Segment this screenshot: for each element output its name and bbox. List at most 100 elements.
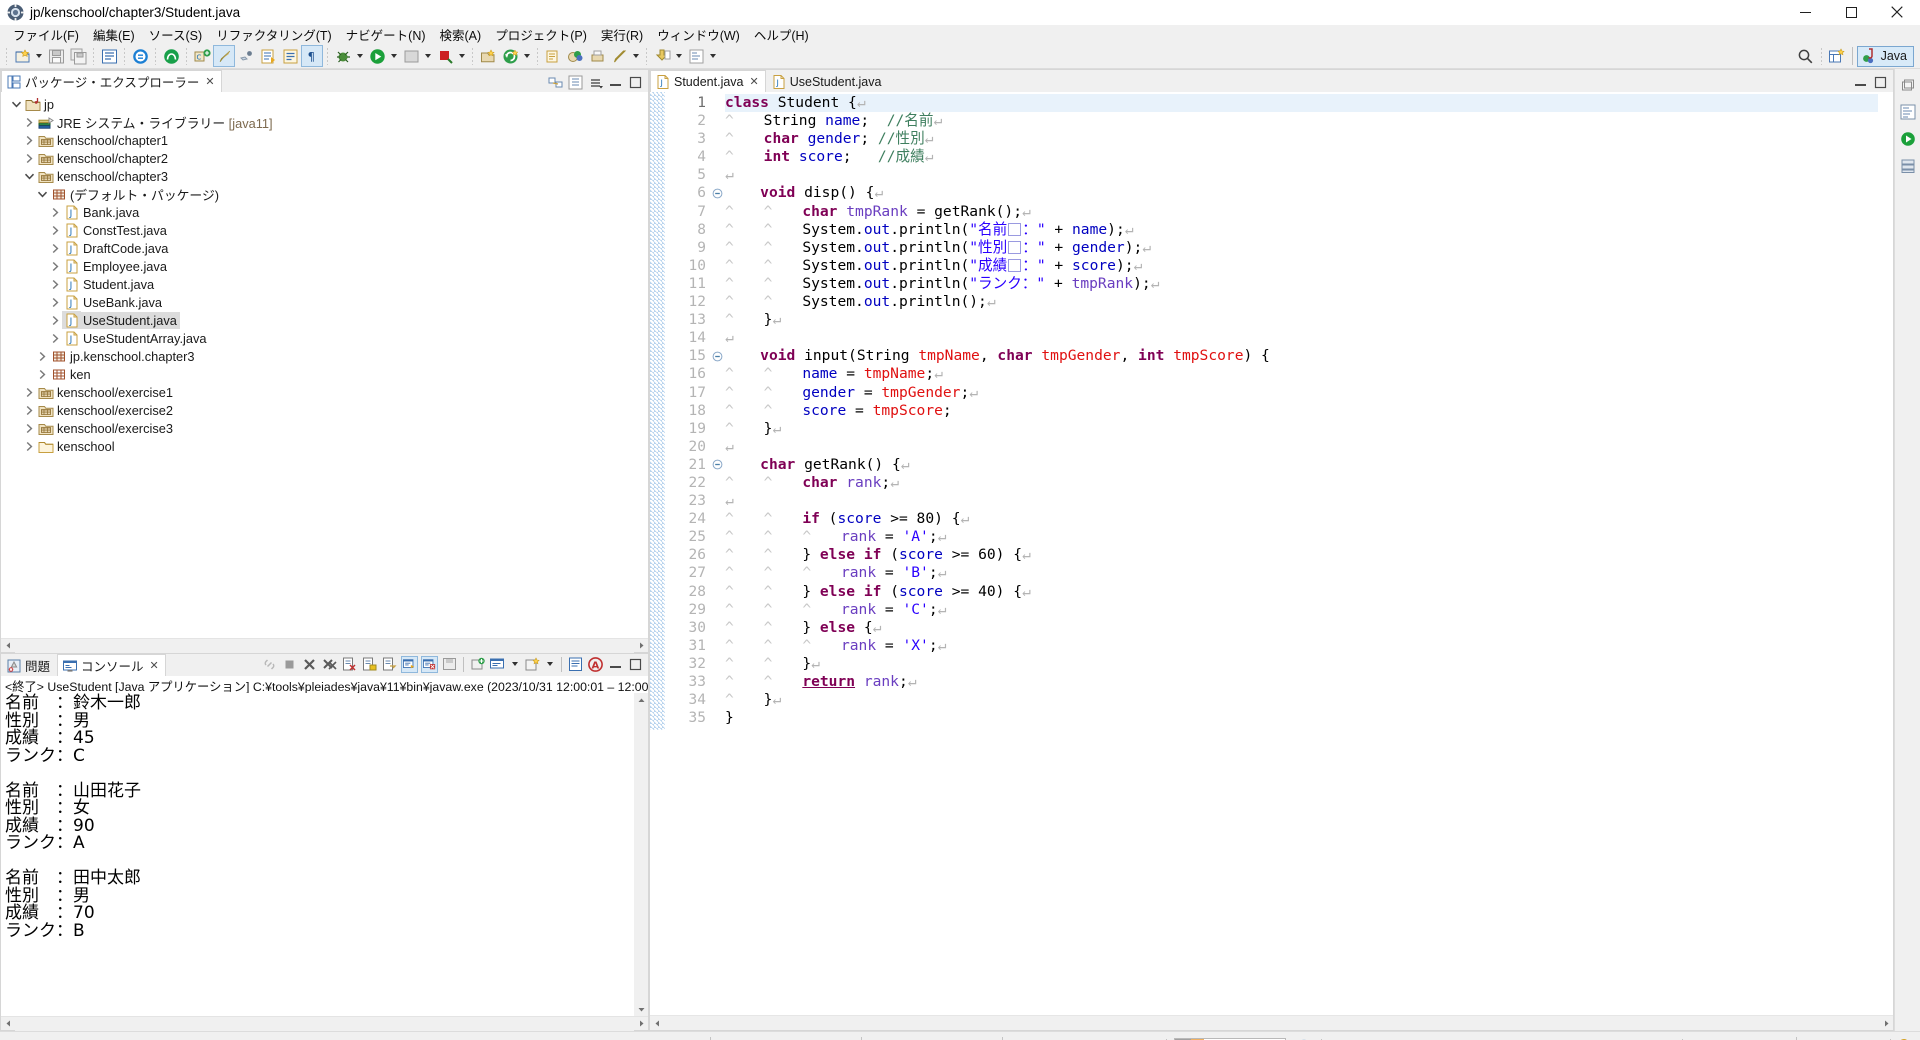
chevron-right-icon[interactable] xyxy=(48,221,62,239)
view-menu-icon[interactable] xyxy=(587,74,604,91)
code-line[interactable]: ^}↵ xyxy=(725,420,1878,438)
remove-launch-icon[interactable] xyxy=(301,656,318,673)
terminate-dropdown-icon[interactable] xyxy=(456,45,468,67)
java-editor-icon[interactable] xyxy=(213,45,235,67)
refresh-icon[interactable] xyxy=(499,45,521,67)
heap-status[interactable]: 377M / 627M xyxy=(1170,1032,1290,1040)
outline-view-icon[interactable] xyxy=(1898,102,1918,122)
console-output[interactable]: 名前 ：鈴木一郎 性別 ：男 成績 ：45 ランク：C 名前 ：山田花子 性別 … xyxy=(1,693,634,1016)
display-selected-console-icon[interactable] xyxy=(489,656,506,673)
code-line[interactable]: ^ char gender; //性別↵ xyxy=(725,130,1878,148)
outline-icon[interactable] xyxy=(685,45,707,67)
tab-problems[interactable]: 問題 xyxy=(1,654,58,676)
open-task-icon[interactable] xyxy=(279,45,301,67)
remove-all-terminated-icon[interactable] xyxy=(321,656,338,673)
new-java-project-icon[interactable] xyxy=(477,45,499,67)
tree-item-[interactable]: (デフォルト・パッケージ) xyxy=(1,185,648,203)
chevron-right-icon[interactable] xyxy=(48,293,62,311)
restore-icon[interactable] xyxy=(1898,75,1918,95)
code-line[interactable]: ^}↵ xyxy=(725,311,1878,329)
palette-icon[interactable] xyxy=(564,45,586,67)
search-icon[interactable] xyxy=(1795,45,1817,67)
tree-item-kenschool[interactable]: kenschool xyxy=(1,437,648,455)
tree-item-kenschool-chapter3[interactable]: kenschool/chapter3 xyxy=(1,167,648,185)
print-icon[interactable] xyxy=(586,45,608,67)
scroll-right-button[interactable] xyxy=(634,639,648,653)
tree-item-kenschool-exercise2[interactable]: kenschool/exercise2 xyxy=(1,401,648,419)
link-with-editor-icon[interactable] xyxy=(547,74,564,91)
tree-item-draftcode-java[interactable]: J DraftCode.java xyxy=(1,239,648,257)
toggle-comment-icon[interactable] xyxy=(98,45,120,67)
tree-item-usestudent-java[interactable]: J UseStudent.java xyxy=(1,311,648,329)
chevron-down-icon[interactable] xyxy=(35,185,49,203)
open-console-icon[interactable] xyxy=(524,656,541,673)
run-icon[interactable] xyxy=(366,45,388,67)
run-view-icon[interactable] xyxy=(1898,129,1918,149)
open-perspective-icon[interactable] xyxy=(1826,45,1848,67)
edit-icon[interactable] xyxy=(608,45,630,67)
code-line[interactable]: void input(String tmpName, char tmpGende… xyxy=(725,347,1878,365)
open-type-icon[interactable] xyxy=(257,45,279,67)
annotation-ruler[interactable] xyxy=(650,92,665,730)
code-line[interactable]: class Student {↵ xyxy=(725,94,1878,113)
chevron-right-icon[interactable] xyxy=(22,437,36,455)
lock-scroll-icon[interactable] xyxy=(361,656,378,673)
scroll-left-button[interactable] xyxy=(650,1016,664,1030)
tree-item-ken[interactable]: ken xyxy=(1,365,648,383)
folding-ruler[interactable] xyxy=(709,92,725,1015)
code-line[interactable]: ^ ^ gender = tmpGender;↵ xyxy=(725,384,1878,402)
code-line[interactable]: ^ int score; //成績↵ xyxy=(725,148,1878,166)
tree-item-kenschool-chapter2[interactable]: kenschool/chapter2 xyxy=(1,149,648,167)
code-line[interactable]: ^ ^ char rank;↵ xyxy=(725,474,1878,492)
collapse-all-icon[interactable] xyxy=(567,74,584,91)
chevron-down-icon[interactable] xyxy=(9,95,23,113)
minimize-button[interactable] xyxy=(1782,0,1828,25)
tree-item-student-java[interactable]: J Student.java xyxy=(1,275,648,293)
code-line[interactable]: ^ String name; //名前↵ xyxy=(725,112,1878,130)
ansi-console-icon[interactable]: A xyxy=(587,656,604,673)
chevron-down-icon[interactable] xyxy=(22,167,36,185)
terminate-icon[interactable] xyxy=(434,45,456,67)
code-line[interactable]: ^}↵ xyxy=(725,691,1878,709)
code-line[interactable]: ↵ xyxy=(725,438,1878,456)
chevron-right-icon[interactable] xyxy=(48,329,62,347)
import-icon[interactable] xyxy=(651,45,673,67)
tree-item-kenschool-chapter1[interactable]: kenschool/chapter1 xyxy=(1,131,648,149)
outline-dropdown-icon[interactable] xyxy=(707,45,719,67)
package-explorer-tree[interactable]: jp JRE システム・ライブラリー [java11] kenschool/chap… xyxy=(1,92,648,638)
show-console-on-error-icon[interactable] xyxy=(421,655,438,673)
save-console-icon[interactable] xyxy=(441,656,458,673)
save-icon[interactable] xyxy=(45,45,67,67)
edit-dropdown-icon[interactable] xyxy=(630,45,642,67)
code-line[interactable]: ^ ^ ^ rank = 'B';↵ xyxy=(725,564,1878,582)
menu-edit[interactable]: 編集(E) xyxy=(86,24,142,46)
chevron-right-icon[interactable] xyxy=(22,131,36,149)
scroll-right-button[interactable] xyxy=(1879,1016,1893,1030)
fold-collapse-icon[interactable] xyxy=(709,347,725,365)
code-line[interactable]: ^ ^ System.out.println();↵ xyxy=(725,293,1878,311)
fold-collapse-icon[interactable] xyxy=(709,184,725,202)
problems-view-icon[interactable] xyxy=(567,656,584,673)
tree-item-kenschool-exercise3[interactable]: kenschool/exercise3 xyxy=(1,419,648,437)
maximize-button[interactable] xyxy=(1828,0,1874,25)
coverage-dropdown-icon[interactable] xyxy=(422,45,434,67)
code-line[interactable]: void disp() {↵ xyxy=(725,184,1878,202)
debug-icon[interactable] xyxy=(332,45,354,67)
chevron-right-icon[interactable] xyxy=(35,365,49,383)
code-line[interactable]: ^ ^ System.out.println("性別 ：" + gender);↵ xyxy=(725,239,1878,257)
console-horizontal-scrollbar[interactable] xyxy=(1,1016,648,1031)
tree-item-kenschool-exercise1[interactable]: kenschool/exercise1 xyxy=(1,383,648,401)
code-line[interactable]: ^ ^} else if (score >= 60) {↵ xyxy=(725,546,1878,564)
perspective-java-button[interactable]: Java xyxy=(1856,45,1914,67)
tree-item-bank-java[interactable]: J Bank.java xyxy=(1,203,648,221)
editor-vertical-scrollbar[interactable] xyxy=(1878,92,1893,1015)
tree-item-usebank-java[interactable]: J UseBank.java xyxy=(1,293,648,311)
scroll-up-button[interactable] xyxy=(634,693,648,707)
show-whitespace-icon[interactable]: ¶ xyxy=(301,45,323,67)
chevron-right-icon[interactable] xyxy=(48,257,62,275)
menu-navigate[interactable]: ナビゲート(N) xyxy=(339,24,433,46)
menu-search[interactable]: 検索(A) xyxy=(433,24,489,46)
fold-collapse-icon[interactable] xyxy=(709,456,725,474)
chevron-right-icon[interactable] xyxy=(48,311,62,329)
chevron-right-icon[interactable] xyxy=(22,401,36,419)
